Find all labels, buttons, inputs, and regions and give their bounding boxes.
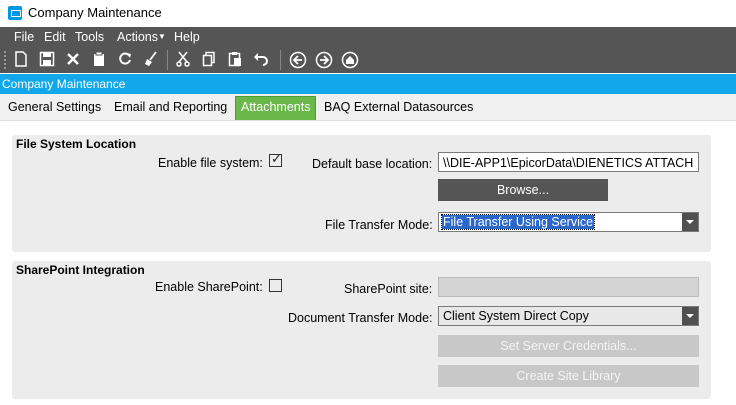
copy-icon[interactable] [200, 51, 218, 69]
enable-file-system-checkbox[interactable]: ✓ [269, 151, 282, 167]
toolbar-separator [167, 50, 168, 70]
forward-icon[interactable] [315, 51, 333, 69]
checkmark-icon: ✓ [271, 151, 282, 166]
enable-sharepoint-checkbox[interactable] [269, 279, 282, 292]
sharepoint-title: SharePoint Integration [16, 263, 145, 277]
file-transfer-mode-select[interactable]: File Transfer Using Service [438, 212, 699, 232]
chevron-down-icon[interactable] [682, 307, 698, 325]
app-window-icon [8, 6, 22, 20]
clipboard-icon[interactable] [90, 51, 108, 69]
chevron-down-icon: ▼ [158, 32, 166, 41]
document-transfer-mode-value: Client System Direct Copy [443, 309, 589, 323]
menu-bar: File Edit Tools Actions▼ Help [0, 27, 736, 47]
file-transfer-mode-label: File Transfer Mode: [325, 218, 433, 232]
file-system-group: File System Location Enable file system:… [12, 135, 711, 252]
menu-tools[interactable]: Tools [75, 30, 104, 44]
sharepoint-site-field[interactable] [438, 277, 699, 297]
back-icon[interactable] [289, 51, 307, 69]
toolbar-grip[interactable] [4, 51, 6, 69]
sharepoint-group: SharePoint Integration Enable SharePoint… [12, 261, 711, 399]
attachments-panel: File System Location Enable file system:… [0, 120, 736, 405]
title-bar: Company Maintenance [0, 0, 736, 27]
tab-strip: General Settings Email and Reporting Att… [0, 94, 736, 120]
set-server-credentials-button[interactable]: Set Server Credentials... [438, 335, 699, 357]
chevron-down-icon[interactable] [682, 213, 698, 231]
document-transfer-mode-select[interactable]: Client System Direct Copy [438, 306, 699, 326]
file-transfer-mode-value: File Transfer Using Service [440, 214, 596, 230]
file-system-title: File System Location [16, 137, 137, 151]
menu-actions-label: Actions [117, 30, 158, 44]
tab-general-settings[interactable]: General Settings [8, 100, 101, 114]
tab-attachments[interactable]: Attachments [235, 96, 317, 120]
menu-actions[interactable]: Actions▼ [117, 30, 166, 44]
undo-icon[interactable] [252, 51, 270, 69]
default-base-location-label: Default base location: [312, 157, 433, 171]
toolbar [0, 47, 736, 73]
form-header-title: Company Maintenance [2, 77, 126, 91]
menu-file[interactable]: File [14, 30, 34, 44]
paste-icon[interactable] [226, 51, 244, 69]
sharepoint-site-label: SharePoint site: [344, 282, 433, 296]
refresh-icon[interactable] [116, 51, 134, 69]
toolbar-separator [280, 50, 281, 70]
delete-icon[interactable] [64, 51, 82, 69]
home-icon[interactable] [341, 51, 359, 69]
form-header: Company Maintenance [0, 74, 736, 94]
create-site-library-button[interactable]: Create Site Library [438, 365, 699, 387]
cut-icon[interactable] [174, 51, 192, 69]
tab-email-and-reporting[interactable]: Email and Reporting [114, 100, 227, 114]
window-title: Company Maintenance [28, 5, 162, 20]
save-icon[interactable] [38, 51, 56, 69]
new-icon[interactable] [12, 51, 30, 69]
browse-button[interactable]: Browse... [438, 179, 608, 201]
enable-file-system-label: Enable file system: [158, 156, 263, 170]
menu-edit[interactable]: Edit [44, 30, 66, 44]
default-base-location-field[interactable]: \\DIE-APP1\EpicorData\DIENETICS ATTACH [438, 152, 699, 172]
tab-baq-external-datasources[interactable]: BAQ External Datasources [324, 100, 473, 114]
enable-sharepoint-label: Enable SharePoint: [155, 280, 263, 294]
clear-icon[interactable] [142, 51, 160, 69]
document-transfer-mode-label: Document Transfer Mode: [288, 311, 433, 325]
menu-help[interactable]: Help [174, 30, 200, 44]
